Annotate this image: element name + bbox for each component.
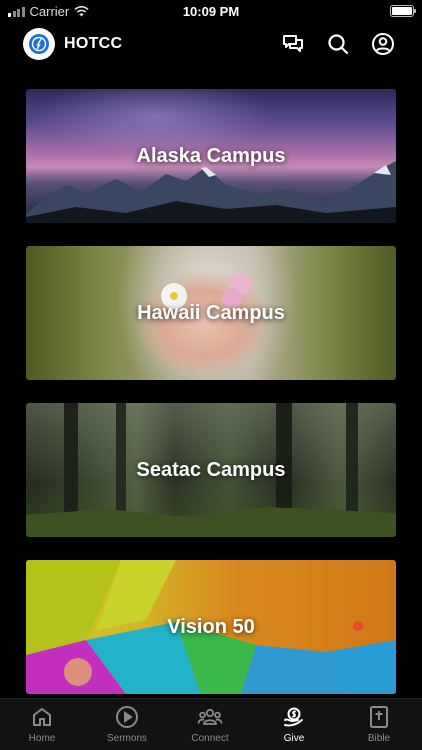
tab-label: Sermons [106, 733, 147, 744]
church-logo[interactable] [23, 28, 55, 60]
campus-label: Vision 50 [167, 615, 255, 638]
give-icon [284, 707, 303, 727]
tab-connect[interactable]: Connect [170, 705, 250, 749]
tab-bible[interactable]: Bible [339, 705, 419, 749]
tab-label: Home [28, 733, 56, 744]
chat-button[interactable] [280, 31, 306, 57]
campus-label: Alaska Campus [136, 144, 286, 167]
play-circle-icon [116, 706, 138, 728]
bottom-tab-bar: Home Sermons Connect Give Bible [0, 698, 422, 750]
tab-label: Bible [367, 733, 391, 744]
home-icon [33, 708, 51, 726]
status-time: 10:09 PM [182, 4, 240, 19]
tab-sermons[interactable]: Sermons [87, 705, 167, 749]
campus-label: Seatac Campus [136, 458, 286, 481]
tab-label: Connect [191, 733, 229, 744]
account-icon [372, 33, 394, 55]
battery-icon [390, 5, 416, 17]
tab-home[interactable]: Home [2, 705, 82, 749]
campus-card-vision-50[interactable]: Vision 50 [26, 560, 396, 694]
people-icon [197, 708, 223, 725]
app-title: HOTCC [64, 35, 123, 52]
logo-emblem-icon [29, 34, 49, 54]
chat-icon [283, 35, 303, 52]
campus-card-alaska[interactable]: Alaska Campus [26, 89, 396, 223]
campus-label: Hawaii Campus [137, 301, 285, 324]
search-icon [328, 34, 349, 55]
search-button[interactable] [325, 31, 351, 57]
app-header: HOTCC [0, 24, 422, 64]
profile-button[interactable] [370, 31, 396, 57]
campus-card-hawaii[interactable]: Hawaii Campus [26, 246, 396, 380]
tab-label: Give [283, 733, 305, 744]
status-bar: Carrier 10:09 PM [0, 0, 422, 22]
tab-give[interactable]: Give [254, 705, 334, 749]
campus-card-seatac[interactable]: Seatac Campus [26, 403, 396, 537]
bible-icon [370, 706, 388, 728]
